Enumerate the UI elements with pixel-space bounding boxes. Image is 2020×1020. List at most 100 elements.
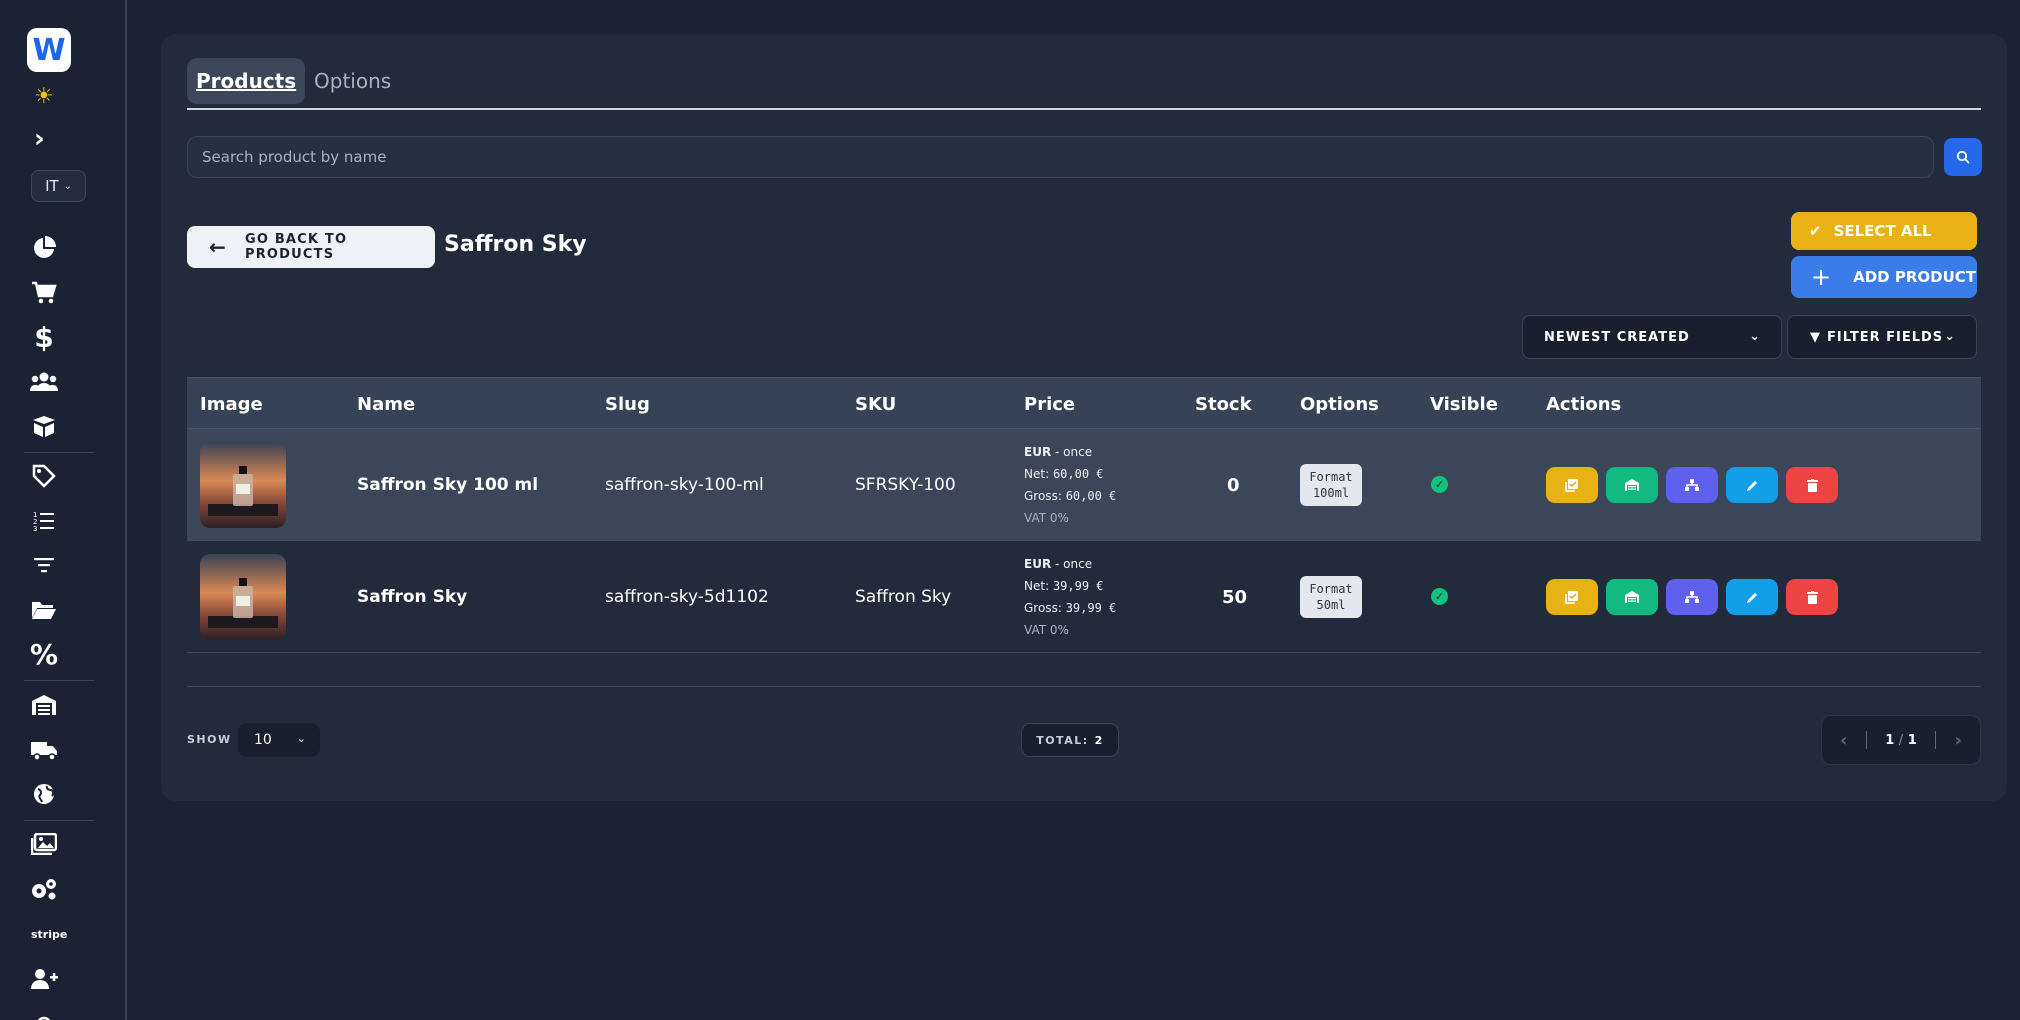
price-block: EUR - once Net: 39,99 € Gross: 39,99 € V… <box>1024 553 1116 641</box>
option-badge: Format 50ml <box>1300 576 1362 618</box>
col-sku: SKU <box>855 393 897 415</box>
language-value: IT <box>45 177 59 195</box>
total-label: TOTAL: <box>1036 733 1089 747</box>
next-page-icon[interactable]: › <box>1955 730 1962 751</box>
search-button[interactable] <box>1944 138 1982 176</box>
go-back-label: GO BACK TO PRODUCTS <box>244 232 348 262</box>
search-icon <box>1956 150 1970 164</box>
net-label: Net: <box>1024 579 1050 593</box>
gross-label: Gross: <box>1024 601 1062 615</box>
duplicate-button[interactable] <box>1546 467 1598 503</box>
ordered-list-icon[interactable]: 123 <box>28 507 60 535</box>
tab-products[interactable]: Products <box>187 58 306 104</box>
option-name: Format <box>1309 582 1353 596</box>
filter-lines-icon[interactable] <box>28 551 60 579</box>
tag-icon[interactable] <box>28 462 60 490</box>
truck-icon[interactable] <box>28 736 60 764</box>
warehouse-icon <box>1625 479 1639 491</box>
add-product-button[interactable]: + ADD PRODUCT <box>1791 256 1977 298</box>
option-name: Format <box>1309 470 1353 484</box>
chevron-down-icon: ⌄ <box>1749 329 1761 344</box>
users-icon[interactable] <box>28 368 60 396</box>
product-thumbnail[interactable] <box>200 554 286 640</box>
dashboard-pie-icon[interactable] <box>28 234 60 262</box>
price-block: EUR - once Net: 60,00 € Gross: 60,00 € V… <box>1024 441 1116 529</box>
total-pages: 1 <box>1907 732 1917 748</box>
product-name: Saffron Sky 100 ml <box>357 475 539 495</box>
connections-button[interactable] <box>1666 467 1718 503</box>
vat: VAT 0% <box>1024 623 1069 637</box>
copy-check-icon <box>1565 479 1578 492</box>
pagination: ‹ 1 / 1 › <box>1821 715 1981 765</box>
gross-price: 60,00 € <box>1065 489 1117 503</box>
edit-button[interactable] <box>1726 467 1778 503</box>
sidebar-divider <box>24 680 94 681</box>
table-row[interactable]: Saffron Sky 100 ml saffron-sky-100-ml SF… <box>187 429 1981 541</box>
total-value: 2 <box>1094 733 1104 747</box>
warehouse-button[interactable] <box>1606 579 1658 615</box>
total-badge: TOTAL: 2 <box>1021 723 1119 757</box>
add-user-icon[interactable] <box>28 965 60 993</box>
net-label: Net: <box>1024 467 1050 481</box>
globe-icon[interactable] <box>28 780 60 808</box>
dollar-icon[interactable]: $ <box>28 321 60 354</box>
prev-page-icon[interactable]: ‹ <box>1840 730 1847 751</box>
filter-fields-label: FILTER FIELDS <box>1827 329 1944 345</box>
expand-sidebar-icon[interactable]: › <box>34 124 45 154</box>
add-product-label: ADD PRODUCT <box>1853 268 1977 286</box>
product-thumbnail[interactable] <box>200 442 286 528</box>
trash-icon <box>1806 590 1818 604</box>
chevron-down-icon: ⌄ <box>1944 329 1956 344</box>
stripe-label[interactable]: stripe <box>31 928 67 941</box>
stock-value: 50 <box>1222 586 1248 608</box>
product-sku: Saffron Sky <box>855 587 952 607</box>
select-all-button[interactable]: ✔ SELECT ALL <box>1791 212 1977 250</box>
delete-button[interactable] <box>1786 579 1838 615</box>
warehouse-button[interactable] <box>1606 467 1658 503</box>
images-icon[interactable] <box>28 830 60 858</box>
sitemap-icon <box>1685 591 1699 603</box>
connections-button[interactable] <box>1666 579 1718 615</box>
frequency: - once <box>1055 557 1093 571</box>
sort-dropdown[interactable]: NEWEST CREATED ⌄ <box>1522 315 1782 359</box>
filter-fields-dropdown[interactable]: ▼ FILTER FIELDS ⌄ <box>1787 315 1977 359</box>
currency: EUR <box>1024 557 1052 571</box>
sitemap-icon <box>1685 479 1699 491</box>
location-pin-icon[interactable] <box>28 1008 60 1020</box>
go-back-button[interactable]: ← GO BACK TO PRODUCTS <box>187 226 435 268</box>
products-table: Image Name Slug SKU Price Stock Options … <box>187 377 1981 653</box>
pager-divider <box>1935 731 1937 749</box>
table-bottom-divider <box>187 686 1981 687</box>
col-options: Options <box>1300 393 1379 415</box>
delete-button[interactable] <box>1786 467 1838 503</box>
percent-icon[interactable]: % <box>28 638 60 671</box>
arrow-left-icon: ← <box>209 235 227 259</box>
search-input[interactable] <box>187 136 1934 178</box>
product-title: Saffron Sky <box>444 232 587 257</box>
duplicate-button[interactable] <box>1546 579 1598 615</box>
col-actions: Actions <box>1546 393 1622 415</box>
edit-button[interactable] <box>1726 579 1778 615</box>
tab-options[interactable]: Options <box>305 58 400 104</box>
select-all-label: SELECT ALL <box>1833 222 1932 240</box>
language-select[interactable]: IT ⌄ <box>31 170 86 202</box>
box-icon[interactable] <box>28 412 60 440</box>
app-logo[interactable]: W <box>27 28 71 72</box>
product-slug: saffron-sky-5d1102 <box>605 587 769 607</box>
copy-check-icon <box>1565 591 1578 604</box>
settings-gears-icon[interactable] <box>28 875 60 903</box>
pencil-icon <box>1746 592 1757 603</box>
folder-open-icon[interactable] <box>28 596 60 624</box>
warehouse-icon[interactable] <box>28 691 60 719</box>
pencil-icon <box>1746 480 1757 491</box>
logo-letter: W <box>32 32 66 68</box>
theme-sun-icon[interactable]: ☀ <box>34 84 54 109</box>
cart-icon[interactable] <box>28 279 60 307</box>
table-row[interactable]: Saffron Sky saffron-sky-5d1102 Saffron S… <box>187 541 1981 653</box>
vat: VAT 0% <box>1024 511 1069 525</box>
col-price: Price <box>1024 393 1076 415</box>
visible-check-icon: ✓ <box>1431 588 1448 605</box>
col-stock: Stock <box>1195 393 1252 415</box>
tab-bar: Products Options <box>187 58 1981 110</box>
page-size-select[interactable]: 10 ⌄ <box>238 723 320 757</box>
